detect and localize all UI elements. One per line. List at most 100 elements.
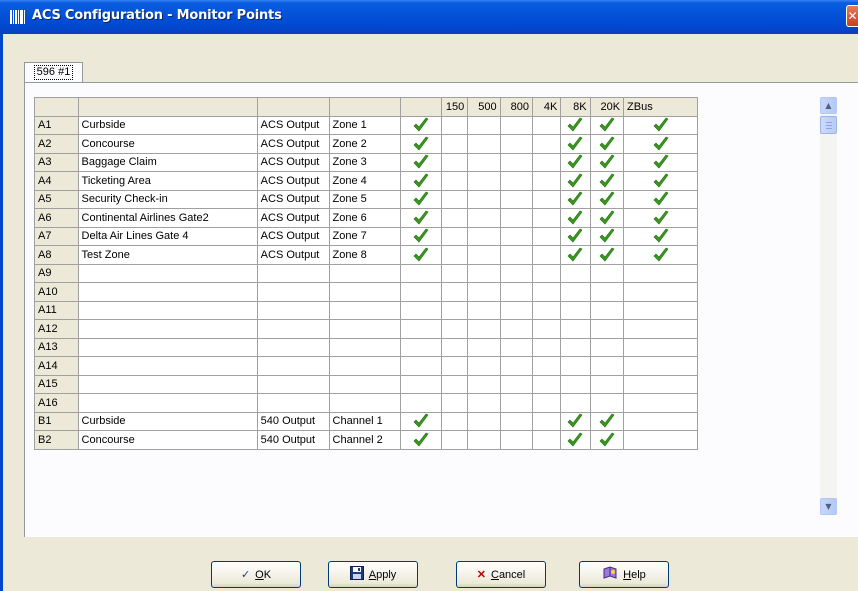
cell-150[interactable]: [440, 337, 469, 357]
row-id[interactable]: A7: [34, 226, 79, 246]
table-row[interactable]: A9: [34, 263, 698, 283]
cell-800[interactable]: [499, 152, 533, 172]
header-500[interactable]: 500: [467, 97, 501, 117]
name-cell[interactable]: Security Check-in: [77, 189, 258, 209]
name-cell[interactable]: Concourse: [77, 430, 258, 450]
zone-cell[interactable]: [328, 263, 402, 283]
output-cell[interactable]: [256, 374, 330, 394]
cell-8k[interactable]: [560, 374, 591, 394]
cell-500[interactable]: [467, 300, 501, 320]
table-row[interactable]: A14: [34, 356, 698, 376]
zone-cell[interactable]: [328, 393, 402, 413]
row-id[interactable]: A6: [34, 208, 79, 228]
cell-800[interactable]: [499, 356, 533, 376]
name-cell[interactable]: [77, 319, 258, 339]
cell-20k[interactable]: [589, 393, 625, 413]
output-cell[interactable]: ACS Output: [256, 171, 330, 191]
cell-8k[interactable]: [560, 411, 591, 431]
cell-4k[interactable]: [531, 263, 562, 283]
table-row[interactable]: A15: [34, 374, 698, 394]
cell-4k[interactable]: [531, 430, 562, 450]
cell-20k[interactable]: [589, 189, 625, 209]
output-cell[interactable]: ACS Output: [256, 226, 330, 246]
cell-150[interactable]: [440, 208, 469, 228]
cell-20k[interactable]: [589, 152, 625, 172]
table-row[interactable]: A13: [34, 337, 698, 357]
cell-20k[interactable]: [589, 337, 625, 357]
enabled-cell[interactable]: [400, 411, 442, 431]
zone-cell[interactable]: [328, 374, 402, 394]
cell-500[interactable]: [467, 282, 501, 302]
output-cell[interactable]: ACS Output: [256, 115, 330, 135]
name-cell[interactable]: Ticketing Area: [77, 171, 258, 191]
cell-4k[interactable]: [531, 171, 562, 191]
cell-zbus[interactable]: [623, 134, 698, 154]
title-bar[interactable]: ACS Configuration - Monitor Points ✕: [0, 0, 858, 34]
cell-500[interactable]: [467, 152, 501, 172]
cell-800[interactable]: [499, 189, 533, 209]
cell-zbus[interactable]: [623, 208, 698, 228]
table-row[interactable]: A7 Delta Air Lines Gate 4 ACS Output Zone 7: [34, 226, 698, 246]
row-id[interactable]: B2: [34, 430, 79, 450]
output-cell[interactable]: [256, 337, 330, 357]
cell-150[interactable]: [440, 374, 469, 394]
output-cell[interactable]: [256, 263, 330, 283]
cell-150[interactable]: [440, 319, 469, 339]
cell-150[interactable]: [440, 134, 469, 154]
cell-150[interactable]: [440, 115, 469, 135]
output-cell[interactable]: [256, 393, 330, 413]
zone-cell[interactable]: Zone 6: [328, 208, 402, 228]
cell-800[interactable]: [499, 134, 533, 154]
table-row[interactable]: A12: [34, 319, 698, 339]
table-row[interactable]: B1 Curbside 540 Output Channel 1: [34, 411, 698, 431]
output-cell[interactable]: ACS Output: [256, 208, 330, 228]
cell-500[interactable]: [467, 430, 501, 450]
cell-zbus[interactable]: [623, 226, 698, 246]
scroll-thumb[interactable]: [820, 116, 837, 134]
cell-150[interactable]: [440, 171, 469, 191]
cell-500[interactable]: [467, 115, 501, 135]
cell-4k[interactable]: [531, 115, 562, 135]
cell-zbus[interactable]: [623, 356, 698, 376]
cell-zbus[interactable]: [623, 411, 698, 431]
cell-8k[interactable]: [560, 356, 591, 376]
cell-zbus[interactable]: [623, 337, 698, 357]
help-button[interactable]: Help: [579, 561, 669, 588]
cell-4k[interactable]: [531, 300, 562, 320]
output-cell[interactable]: [256, 282, 330, 302]
table-row[interactable]: A16: [34, 393, 698, 413]
enabled-cell[interactable]: [400, 282, 442, 302]
enabled-cell[interactable]: [400, 245, 442, 265]
zone-cell[interactable]: Zone 2: [328, 134, 402, 154]
enabled-cell[interactable]: [400, 300, 442, 320]
name-cell[interactable]: [77, 356, 258, 376]
cell-zbus[interactable]: [623, 300, 698, 320]
cell-20k[interactable]: [589, 411, 625, 431]
cell-150[interactable]: [440, 282, 469, 302]
table-row[interactable]: A10: [34, 282, 698, 302]
zone-cell[interactable]: Zone 3: [328, 152, 402, 172]
header-zbus[interactable]: ZBus: [623, 97, 698, 117]
header-8k[interactable]: 8K: [560, 97, 591, 117]
table-row[interactable]: A11: [34, 300, 698, 320]
vertical-scrollbar[interactable]: ▲ ▼: [820, 97, 837, 515]
row-id[interactable]: A2: [34, 134, 79, 154]
cell-150[interactable]: [440, 245, 469, 265]
cell-500[interactable]: [467, 208, 501, 228]
enabled-cell[interactable]: [400, 171, 442, 191]
cell-8k[interactable]: [560, 430, 591, 450]
cell-500[interactable]: [467, 411, 501, 431]
cell-150[interactable]: [440, 430, 469, 450]
table-row[interactable]: A6 Continental Airlines Gate2 ACS Output Zo…: [34, 208, 698, 228]
cell-8k[interactable]: [560, 393, 591, 413]
row-id[interactable]: A14: [34, 356, 79, 376]
row-id[interactable]: A11: [34, 300, 79, 320]
cell-20k[interactable]: [589, 300, 625, 320]
scroll-up-button[interactable]: ▲: [820, 97, 837, 114]
cell-4k[interactable]: [531, 356, 562, 376]
enabled-cell[interactable]: [400, 374, 442, 394]
output-cell[interactable]: ACS Output: [256, 189, 330, 209]
cell-8k[interactable]: [560, 282, 591, 302]
cell-150[interactable]: [440, 393, 469, 413]
cell-4k[interactable]: [531, 393, 562, 413]
